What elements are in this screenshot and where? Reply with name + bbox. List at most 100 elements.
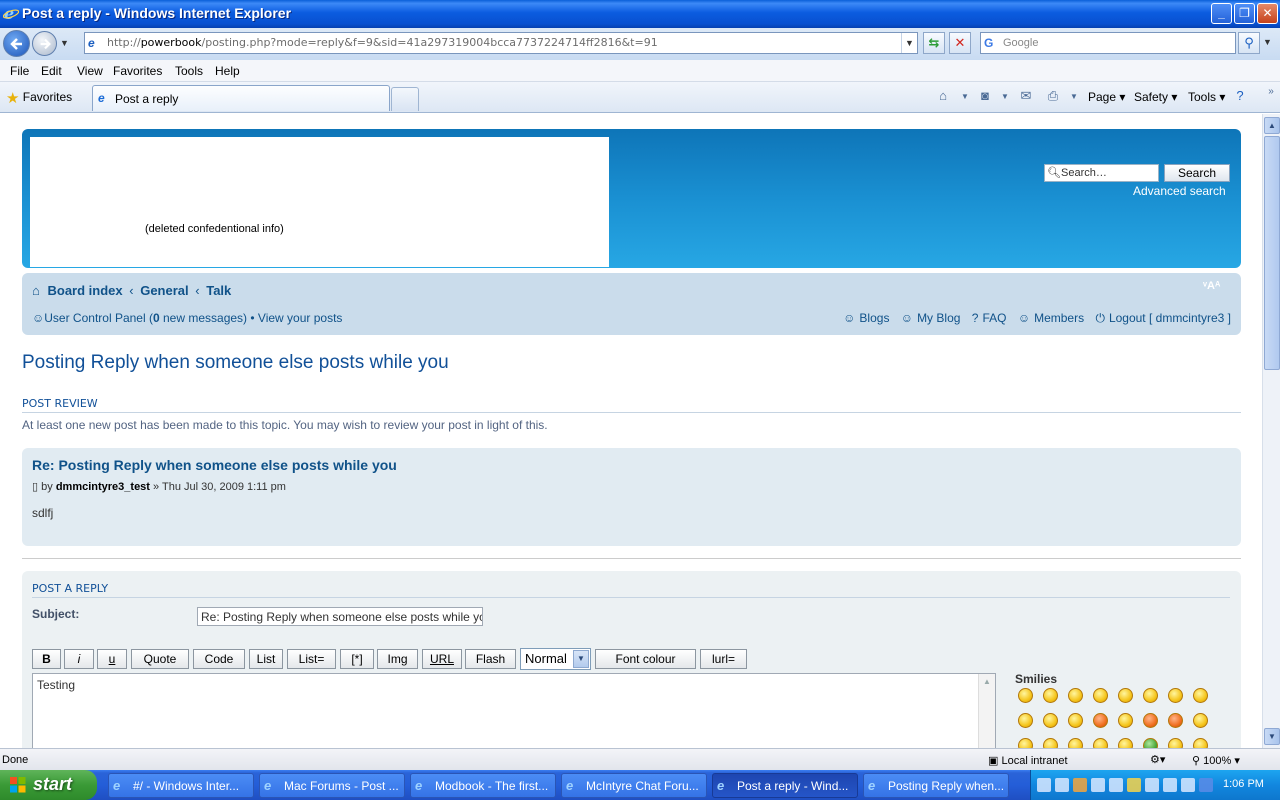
maximize-button[interactable]: ❐ — [1234, 3, 1255, 24]
smiley-redface-icon[interactable] — [1093, 713, 1108, 728]
favorites-button[interactable]: ★ Favorites — [6, 89, 72, 107]
members-link[interactable]: ☺ Members — [1014, 311, 1084, 325]
smiley-idea-icon[interactable] — [1068, 738, 1083, 748]
font-size-select[interactable]: Normal ▼ — [520, 648, 591, 670]
logout-link[interactable]: ⏻ Logout [ dmmcintyre3 ] — [1091, 311, 1231, 325]
tray-shield-icon[interactable] — [1127, 778, 1141, 792]
post-author-link[interactable]: dmmcintyre3_test — [56, 481, 150, 493]
url-eq-button[interactable]: lurl= — [700, 649, 747, 669]
mail-icon[interactable]: ✉ — [1017, 88, 1035, 106]
print-icon[interactable]: ⎙ — [1044, 88, 1062, 106]
site-search-input[interactable]: 🔍︎ Search… — [1044, 164, 1159, 182]
tray-app-icon[interactable] — [1073, 778, 1087, 792]
smiley-wink-icon[interactable] — [1068, 688, 1083, 703]
scroll-up-icon[interactable]: ▲ — [980, 675, 994, 689]
textarea-scrollbar[interactable]: ▲ — [978, 674, 995, 748]
smiley-neutral-icon[interactable] — [1118, 738, 1133, 748]
tray-app-icon[interactable] — [1145, 778, 1159, 792]
site-logo[interactable]: (deleted confedentional info) — [30, 137, 609, 267]
review-post-title[interactable]: Re: Posting Reply when someone else post… — [32, 457, 397, 473]
refresh-button[interactable]: ⇆ — [923, 32, 945, 54]
font-colour-button[interactable]: Font colour — [595, 649, 696, 669]
help-icon[interactable]: ? — [1231, 88, 1249, 106]
smiley-eek-icon[interactable] — [1143, 688, 1158, 703]
close-button[interactable]: ✕ — [1257, 3, 1278, 24]
tray-volume-icon[interactable] — [1163, 778, 1177, 792]
toolbar-overflow-icon[interactable]: » — [1262, 86, 1280, 104]
underline-button[interactable]: u — [97, 649, 127, 669]
my-blog-link[interactable]: ☺ My Blog — [897, 311, 961, 325]
address-url[interactable]: http://powerbook/posting.php?mode=reply&… — [107, 36, 658, 49]
advanced-search-link[interactable]: Advanced search — [1133, 184, 1226, 198]
menu-favorites[interactable]: Favorites — [113, 64, 162, 78]
smiley-rolleyes-icon[interactable] — [1193, 713, 1208, 728]
smiley-biggrin-icon[interactable] — [1018, 688, 1033, 703]
smiley-surprised-icon[interactable] — [1118, 688, 1133, 703]
menu-edit[interactable]: Edit — [41, 64, 62, 78]
smiley-geek-icon[interactable] — [1143, 738, 1158, 748]
scroll-up-icon[interactable]: ▲ — [1264, 117, 1280, 134]
smiley-razz-icon[interactable] — [1068, 713, 1083, 728]
safety-menu[interactable]: Safety ▾ — [1134, 90, 1177, 104]
home-dropdown-icon[interactable]: ▼ — [956, 92, 974, 110]
zoom-level[interactable]: ⚲ 100% ▾ — [1192, 754, 1240, 767]
feeds-icon[interactable]: ◙ — [976, 88, 994, 106]
subject-input[interactable]: Re: Posting Reply when someone else post… — [197, 607, 483, 626]
address-bar[interactable]: e http://powerbook/posting.php?mode=repl… — [84, 32, 918, 54]
browser-search-input[interactable]: G Google — [980, 32, 1236, 54]
taskbar-item[interactable]: e Mac Forums - Post ... — [259, 773, 405, 798]
smiley-arrow-icon[interactable] — [1093, 738, 1108, 748]
font-size-control[interactable]: ᵛAᴬ — [1203, 280, 1220, 292]
smiley-question-icon[interactable] — [1043, 738, 1058, 748]
breadcrumb-general[interactable]: General — [140, 283, 188, 298]
code-button[interactable]: Code — [193, 649, 245, 669]
menu-view[interactable]: View — [77, 64, 103, 78]
smiley-cool-icon[interactable] — [1193, 688, 1208, 703]
scrollbar-thumb[interactable] — [1264, 136, 1280, 370]
view-posts-link[interactable]: new messages) • View your posts — [160, 311, 342, 325]
address-dropdown-icon[interactable]: ▼ — [901, 33, 917, 53]
minimize-button[interactable]: _ — [1211, 3, 1232, 24]
taskbar-item[interactable]: e Modbook - The first... — [410, 773, 556, 798]
new-tab-button[interactable] — [391, 87, 419, 111]
start-button[interactable]: start — [0, 770, 97, 800]
italic-button[interactable]: i — [64, 649, 94, 669]
smiley-cry-icon[interactable] — [1118, 713, 1133, 728]
forward-button[interactable] — [32, 31, 57, 56]
smiley-evil-icon[interactable] — [1143, 713, 1158, 728]
home-icon[interactable]: ⌂ — [934, 88, 952, 106]
new-messages-count[interactable]: 0 — [153, 311, 160, 325]
tray-network-icon[interactable] — [1037, 778, 1051, 792]
ucp-link[interactable]: User Control Panel ( — [44, 311, 153, 325]
menu-tools[interactable]: Tools — [175, 64, 203, 78]
recent-pages-dropdown[interactable]: ▼ — [60, 38, 69, 48]
list-button[interactable]: List — [249, 649, 283, 669]
bold-button[interactable]: B — [32, 649, 61, 669]
breadcrumb-board-index[interactable]: Board index — [47, 283, 122, 298]
browser-search-button[interactable]: ⚲ — [1238, 32, 1260, 54]
menu-help[interactable]: Help — [215, 64, 240, 78]
faq-link[interactable]: ? FAQ — [968, 311, 1007, 325]
quote-button[interactable]: Quote — [131, 649, 189, 669]
tab-post-a-reply[interactable]: e Post a reply — [92, 85, 390, 111]
tray-app-icon[interactable] — [1091, 778, 1105, 792]
smiley-mrgreen-icon[interactable] — [1193, 738, 1208, 748]
list-item-button[interactable]: [*] — [340, 649, 374, 669]
flash-button[interactable]: Flash — [465, 649, 516, 669]
clock[interactable]: 1:06 PM — [1223, 778, 1264, 790]
smiley-uber-icon[interactable] — [1168, 738, 1183, 748]
scroll-down-icon[interactable]: ▼ — [1264, 728, 1280, 745]
smiley-sad-icon[interactable] — [1093, 688, 1108, 703]
smiley-twisted-icon[interactable] — [1168, 713, 1183, 728]
image-button[interactable]: Img — [377, 649, 418, 669]
taskbar-item[interactable]: e #/ - Windows Inter... — [108, 773, 254, 798]
print-dropdown-icon[interactable]: ▼ — [1065, 92, 1083, 110]
page-menu[interactable]: Page ▾ — [1088, 90, 1125, 104]
message-textarea[interactable]: Testing ▲ — [32, 673, 996, 748]
tray-app-icon[interactable] — [1055, 778, 1069, 792]
page-scrollbar[interactable]: ▲ ▼ — [1262, 114, 1280, 748]
smiley-confused-icon[interactable] — [1168, 688, 1183, 703]
smiley-smile-icon[interactable] — [1043, 688, 1058, 703]
ordered-list-button[interactable]: List= — [287, 649, 336, 669]
smiley-exclaim-icon[interactable] — [1018, 738, 1033, 748]
